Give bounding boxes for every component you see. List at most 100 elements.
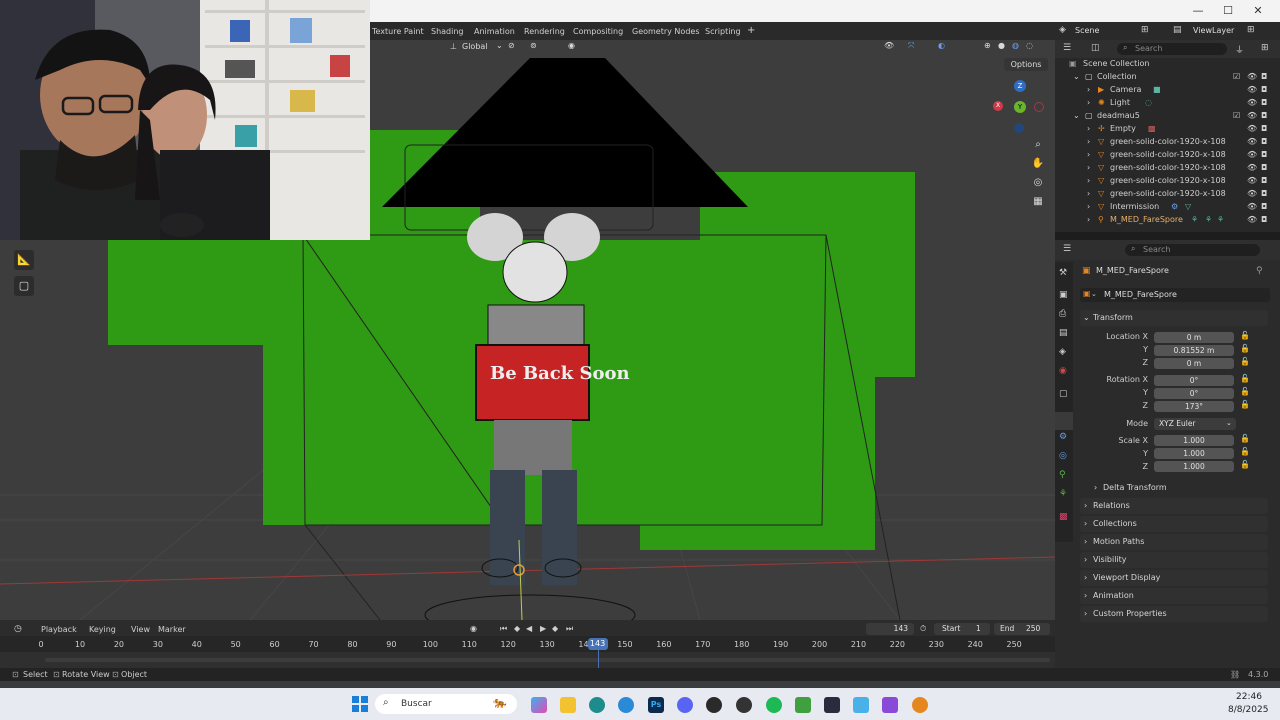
outliner-editor-icon[interactable]: ☰ bbox=[1063, 43, 1071, 53]
modifier-icon[interactable]: ⚙ bbox=[1171, 202, 1178, 211]
stopwatch-icon[interactable]: ⏱ bbox=[920, 624, 926, 634]
lock-icon[interactable]: 🔓 bbox=[1240, 400, 1250, 409]
outliner-row-green-1[interactable]: › ▽ green-solid-color-1920-x-108 👁 ◘ bbox=[1055, 136, 1280, 149]
scene-tab-icon[interactable]: ◈ bbox=[1059, 347, 1066, 357]
gizmo-y[interactable]: Y bbox=[1014, 101, 1026, 113]
current-frame-field[interactable]: 143 bbox=[866, 623, 914, 635]
camera-render-icon[interactable]: ◘ bbox=[1261, 72, 1267, 81]
motion-paths-section[interactable]: › Motion Paths bbox=[1080, 534, 1268, 550]
properties-editor-icon[interactable]: ☰ bbox=[1063, 244, 1071, 254]
scene-selector[interactable]: Scene bbox=[1075, 26, 1099, 35]
eye-icon[interactable]: 👁 bbox=[1247, 98, 1257, 107]
outliner-filter-icon[interactable]: ⏚ bbox=[1235, 43, 1244, 56]
jump-end-button[interactable]: ⏭ bbox=[566, 624, 573, 634]
discord-icon[interactable] bbox=[677, 697, 693, 713]
camera-render-icon[interactable]: ◘ bbox=[1261, 98, 1267, 107]
keying-menu[interactable]: Keying bbox=[89, 625, 116, 634]
location-y-field[interactable]: 0.81552 m bbox=[1154, 345, 1234, 356]
expand-chevron-icon[interactable]: › bbox=[1087, 124, 1090, 133]
bone-icon[interactable]: ⚘ bbox=[1205, 215, 1212, 224]
scale-z-field[interactable]: 1.000 bbox=[1154, 461, 1234, 472]
gizmo-z[interactable]: Z bbox=[1014, 80, 1026, 92]
lock-icon[interactable]: 🔓 bbox=[1240, 387, 1250, 396]
outliner-row-collection[interactable]: ⌄ ▢ Collection ☑ 👁 ◘ bbox=[1055, 71, 1280, 84]
camera-render-icon[interactable]: ◘ bbox=[1261, 137, 1267, 146]
expand-chevron-icon[interactable]: › bbox=[1087, 163, 1090, 172]
timeline-editor-icon[interactable]: ◷ bbox=[14, 624, 22, 634]
collection-tab-icon[interactable]: ▢ bbox=[1059, 389, 1068, 399]
eye-icon[interactable]: 👁 bbox=[1247, 163, 1257, 172]
snap-icon[interactable]: ⊚ bbox=[530, 41, 537, 50]
collections-section[interactable]: › Collections bbox=[1080, 516, 1268, 532]
close-button[interactable]: ✕ bbox=[1250, 4, 1266, 18]
texture-tab-icon[interactable]: ▩ bbox=[1059, 512, 1068, 522]
eye-icon[interactable]: 👁 bbox=[1247, 137, 1257, 146]
overlay-toggle-icon[interactable]: ◐ bbox=[938, 41, 945, 50]
prev-keyframe-button[interactable]: ◆ bbox=[514, 624, 520, 633]
end-frame-field[interactable]: End 250 bbox=[994, 623, 1050, 635]
github-icon[interactable] bbox=[736, 697, 752, 713]
data-tab-icon[interactable]: ⚘ bbox=[1059, 489, 1067, 499]
expand-chevron-icon[interactable]: › bbox=[1087, 85, 1090, 94]
lock-icon[interactable]: 🔓 bbox=[1240, 331, 1250, 340]
spotify-icon[interactable] bbox=[766, 697, 782, 713]
pivot-icon[interactable]: ⊘ bbox=[508, 41, 515, 50]
camera-render-icon[interactable]: ◘ bbox=[1261, 85, 1267, 94]
start-frame-field[interactable]: Start 1 bbox=[934, 623, 990, 635]
marker-menu[interactable]: Marker bbox=[158, 625, 186, 634]
wireframe-shading-icon[interactable]: ⊕ bbox=[984, 41, 991, 50]
photoshop-icon[interactable]: Ps bbox=[648, 697, 664, 713]
view-layer-selector[interactable]: ViewLayer bbox=[1193, 26, 1234, 35]
outliner-row-intermission[interactable]: › ▽ Intermission ⚙ ▽ 👁 ◘ bbox=[1055, 201, 1280, 214]
scale-x-field[interactable]: 1.000 bbox=[1154, 435, 1234, 446]
app-icon[interactable] bbox=[824, 697, 840, 713]
tab-compositing[interactable]: Compositing bbox=[573, 27, 623, 36]
outliner-row-light[interactable]: › ✺ Light ◌ 👁 ◘ bbox=[1055, 97, 1280, 110]
expand-chevron-icon[interactable]: ⌄ bbox=[1073, 72, 1080, 81]
outliner-row-green-3[interactable]: › ▽ green-solid-color-1920-x-108 👁 ◘ bbox=[1055, 162, 1280, 175]
expand-chevron-icon[interactable]: › bbox=[1087, 137, 1090, 146]
outliner-row-green-4[interactable]: › ▽ green-solid-color-1920-x-108 👁 ◘ bbox=[1055, 175, 1280, 188]
pose-icon[interactable]: ⚘ bbox=[1191, 215, 1198, 224]
eye-icon[interactable]: 👁 bbox=[1247, 150, 1257, 159]
outliner-row-scene-collection[interactable]: ▣ Scene Collection bbox=[1055, 58, 1280, 71]
lock-icon[interactable]: 🔓 bbox=[1240, 357, 1250, 366]
jump-start-button[interactable]: ⏮ bbox=[500, 624, 507, 634]
include-checkbox[interactable]: ☑ bbox=[1233, 72, 1240, 81]
outliner-row-green-2[interactable]: › ▽ green-solid-color-1920-x-108 👁 ◘ bbox=[1055, 149, 1280, 162]
lock-icon[interactable]: 🔓 bbox=[1240, 460, 1250, 469]
camera-render-icon[interactable]: ◘ bbox=[1261, 111, 1267, 120]
render-shading-icon[interactable]: ◌ bbox=[1026, 41, 1033, 50]
constraint-icon[interactable]: ⚘ bbox=[1217, 215, 1224, 224]
light-data-icon[interactable]: ◌ bbox=[1145, 98, 1152, 107]
proportional-edit-icon[interactable]: ◉ bbox=[568, 41, 575, 50]
outliner-row-green-5[interactable]: › ▽ green-solid-color-1920-x-108 👁 ◘ bbox=[1055, 188, 1280, 201]
solid-shading-icon[interactable]: ● bbox=[998, 41, 1005, 50]
record-button[interactable]: ◉ bbox=[470, 624, 477, 633]
camera-data-icon[interactable]: ■ bbox=[1153, 85, 1161, 94]
lock-icon[interactable]: 🔓 bbox=[1240, 374, 1250, 383]
properties-search-input[interactable]: ⌕ Search bbox=[1125, 244, 1260, 256]
pin-icon[interactable]: ⚲ bbox=[1256, 266, 1263, 276]
view-menu[interactable]: View bbox=[131, 625, 150, 634]
outliner-row-fare-spore[interactable]: › ⚲ M_MED_FareSpore ⚘ ⚘ ⚘ 👁 ◘ bbox=[1055, 214, 1280, 227]
outliner-search-box[interactable]: ⌕ Search bbox=[1117, 43, 1227, 55]
constraint-tab-icon[interactable]: ⚲ bbox=[1059, 470, 1066, 480]
playhead[interactable]: 143 bbox=[587, 638, 608, 650]
taskbar-search-input[interactable]: ⌕ Buscar 🐅 bbox=[375, 694, 517, 714]
obs-icon[interactable] bbox=[706, 697, 722, 713]
zoom-icon[interactable]: ⌕ bbox=[1031, 139, 1045, 153]
modifier-tab-icon[interactable]: ⚙ bbox=[1059, 432, 1067, 442]
file-explorer-icon[interactable] bbox=[560, 697, 576, 713]
add-workspace-button[interactable]: + bbox=[747, 25, 755, 36]
outliner-new-collection-icon[interactable]: ⊞ bbox=[1261, 43, 1269, 53]
browser-icon[interactable] bbox=[618, 697, 634, 713]
camera-render-icon[interactable]: ◘ bbox=[1261, 176, 1267, 185]
blender-taskbar-icon[interactable] bbox=[912, 697, 928, 713]
expand-chevron-icon[interactable]: › bbox=[1087, 215, 1090, 224]
rotation-x-field[interactable]: 0° bbox=[1154, 375, 1234, 386]
eye-icon[interactable]: 👁 bbox=[1247, 215, 1257, 224]
play-button[interactable]: ▶ bbox=[540, 624, 546, 633]
expand-chevron-icon[interactable]: › bbox=[1087, 150, 1090, 159]
physics-tab-icon[interactable]: ◎ bbox=[1059, 451, 1067, 461]
